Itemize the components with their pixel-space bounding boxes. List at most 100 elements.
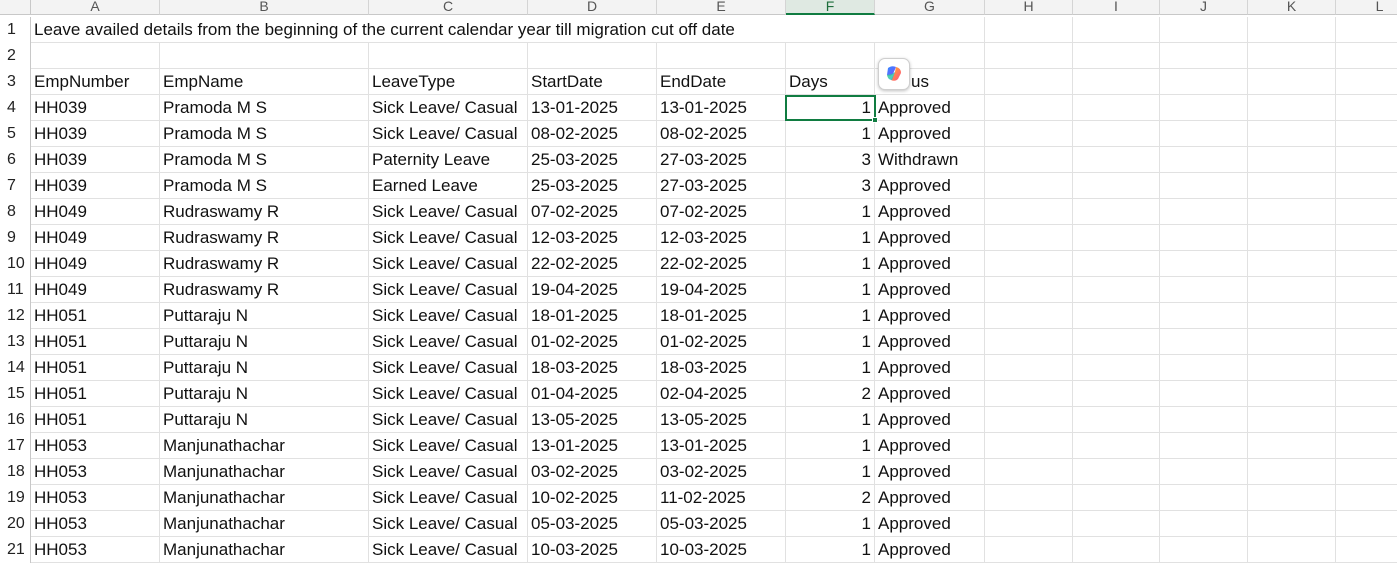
column-header-j[interactable]: J <box>1160 0 1248 15</box>
cell-c[interactable] <box>369 43 528 69</box>
data-cell-f[interactable]: 3 <box>786 173 875 199</box>
data-cell-c[interactable]: Sick Leave/ Casual <box>369 225 528 251</box>
cell-j[interactable] <box>1160 537 1248 563</box>
data-cell-a[interactable]: HH039 <box>31 173 160 199</box>
data-cell-d[interactable]: 25-03-2025 <box>528 173 657 199</box>
data-cell-g[interactable]: Approved <box>875 329 985 355</box>
cell-k[interactable] <box>1248 173 1336 199</box>
data-cell-f[interactable]: 3 <box>786 147 875 173</box>
data-cell-e[interactable]: 05-03-2025 <box>657 511 786 537</box>
cell-e[interactable] <box>657 43 786 69</box>
cell-j[interactable] <box>1160 355 1248 381</box>
data-cell-d[interactable]: 19-04-2025 <box>528 277 657 303</box>
cell-k[interactable] <box>1248 147 1336 173</box>
cell-i[interactable] <box>1073 199 1160 225</box>
data-cell-d[interactable]: 10-03-2025 <box>528 537 657 563</box>
data-cell-a[interactable]: HH053 <box>31 459 160 485</box>
data-cell-a[interactable]: HH049 <box>31 251 160 277</box>
cell-f[interactable] <box>786 43 875 69</box>
cell-k[interactable] <box>1248 407 1336 433</box>
cell-h[interactable] <box>985 121 1073 147</box>
data-cell-b[interactable]: Rudraswamy R <box>160 251 369 277</box>
data-cell-c[interactable]: Sick Leave/ Casual <box>369 95 528 121</box>
data-cell-a[interactable]: HH053 <box>31 511 160 537</box>
cell-h[interactable] <box>985 69 1073 95</box>
column-header-f[interactable]: F <box>786 0 875 15</box>
data-cell-c[interactable]: Paternity Leave <box>369 147 528 173</box>
cell-j[interactable] <box>1160 147 1248 173</box>
data-cell-e[interactable]: 22-02-2025 <box>657 251 786 277</box>
cell-h[interactable] <box>985 277 1073 303</box>
data-cell-g[interactable]: Approved <box>875 485 985 511</box>
data-cell-g[interactable]: Approved <box>875 303 985 329</box>
data-cell-e[interactable]: 19-04-2025 <box>657 277 786 303</box>
data-cell-a[interactable]: HH051 <box>31 381 160 407</box>
cell-j[interactable] <box>1160 277 1248 303</box>
cell-j[interactable] <box>1160 17 1248 43</box>
data-cell-e[interactable]: 12-03-2025 <box>657 225 786 251</box>
data-cell-b[interactable]: Rudraswamy R <box>160 199 369 225</box>
data-cell-f[interactable]: 1 <box>786 407 875 433</box>
row-header-13[interactable]: 13 <box>0 329 31 355</box>
cell-k[interactable] <box>1248 121 1336 147</box>
cell-h[interactable] <box>985 459 1073 485</box>
row-header-10[interactable]: 10 <box>0 251 31 277</box>
cell-i[interactable] <box>1073 511 1160 537</box>
data-cell-b[interactable]: Puttaraju N <box>160 355 369 381</box>
cell-k[interactable] <box>1248 17 1336 43</box>
cell-j[interactable] <box>1160 459 1248 485</box>
cell-k[interactable] <box>1248 355 1336 381</box>
data-cell-f[interactable]: 1 <box>786 303 875 329</box>
data-cell-b[interactable]: Manjunathachar <box>160 537 369 563</box>
cell-i[interactable] <box>1073 43 1160 69</box>
data-cell-d[interactable]: 12-03-2025 <box>528 225 657 251</box>
data-cell-e[interactable]: 11-02-2025 <box>657 485 786 511</box>
cell-a[interactable] <box>31 43 160 69</box>
cell-i[interactable] <box>1073 381 1160 407</box>
data-cell-f[interactable]: 1 <box>786 459 875 485</box>
data-cell-e[interactable]: 01-02-2025 <box>657 329 786 355</box>
data-cell-c[interactable]: Sick Leave/ Casual <box>369 329 528 355</box>
cell-g[interactable] <box>875 17 985 43</box>
data-cell-b[interactable]: Puttaraju N <box>160 407 369 433</box>
cell-j[interactable] <box>1160 329 1248 355</box>
data-cell-d[interactable]: 01-02-2025 <box>528 329 657 355</box>
data-cell-c[interactable]: Sick Leave/ Casual <box>369 485 528 511</box>
data-cell-b[interactable]: Puttaraju N <box>160 381 369 407</box>
data-cell-c[interactable]: Sick Leave/ Casual <box>369 381 528 407</box>
cell-l[interactable] <box>1336 121 1397 147</box>
data-cell-b[interactable]: Manjunathachar <box>160 459 369 485</box>
data-cell-f[interactable]: 1 <box>786 251 875 277</box>
cell-h[interactable] <box>985 95 1073 121</box>
cell-l[interactable] <box>1336 173 1397 199</box>
cell-i[interactable] <box>1073 303 1160 329</box>
data-cell-d[interactable]: 10-02-2025 <box>528 485 657 511</box>
data-cell-b[interactable]: Pramoda M S <box>160 95 369 121</box>
header-cell-c[interactable]: LeaveType <box>369 69 528 95</box>
data-cell-e[interactable]: 08-02-2025 <box>657 121 786 147</box>
data-cell-e[interactable]: 27-03-2025 <box>657 147 786 173</box>
row-header-9[interactable]: 9 <box>0 225 31 251</box>
data-cell-a[interactable]: HH049 <box>31 225 160 251</box>
column-header-e[interactable]: E <box>657 0 786 15</box>
column-header-g[interactable]: G <box>875 0 985 15</box>
cell-l[interactable] <box>1336 225 1397 251</box>
cell-j[interactable] <box>1160 95 1248 121</box>
column-header-d[interactable]: D <box>528 0 657 15</box>
data-cell-a[interactable]: HH053 <box>31 433 160 459</box>
cell-b[interactable] <box>160 17 369 43</box>
cell-h[interactable] <box>985 225 1073 251</box>
cell-k[interactable] <box>1248 43 1336 69</box>
cell-k[interactable] <box>1248 511 1336 537</box>
data-cell-g[interactable]: Approved <box>875 511 985 537</box>
cell-j[interactable] <box>1160 511 1248 537</box>
copilot-button[interactable] <box>878 58 910 90</box>
row-header-19[interactable]: 19 <box>0 485 31 511</box>
row-header-17[interactable]: 17 <box>0 433 31 459</box>
cell-i[interactable] <box>1073 407 1160 433</box>
data-cell-e[interactable]: 13-01-2025 <box>657 433 786 459</box>
data-cell-f[interactable]: 1 <box>786 329 875 355</box>
data-cell-d[interactable]: 18-03-2025 <box>528 355 657 381</box>
header-cell-b[interactable]: EmpName <box>160 69 369 95</box>
column-header-k[interactable]: K <box>1248 0 1336 15</box>
